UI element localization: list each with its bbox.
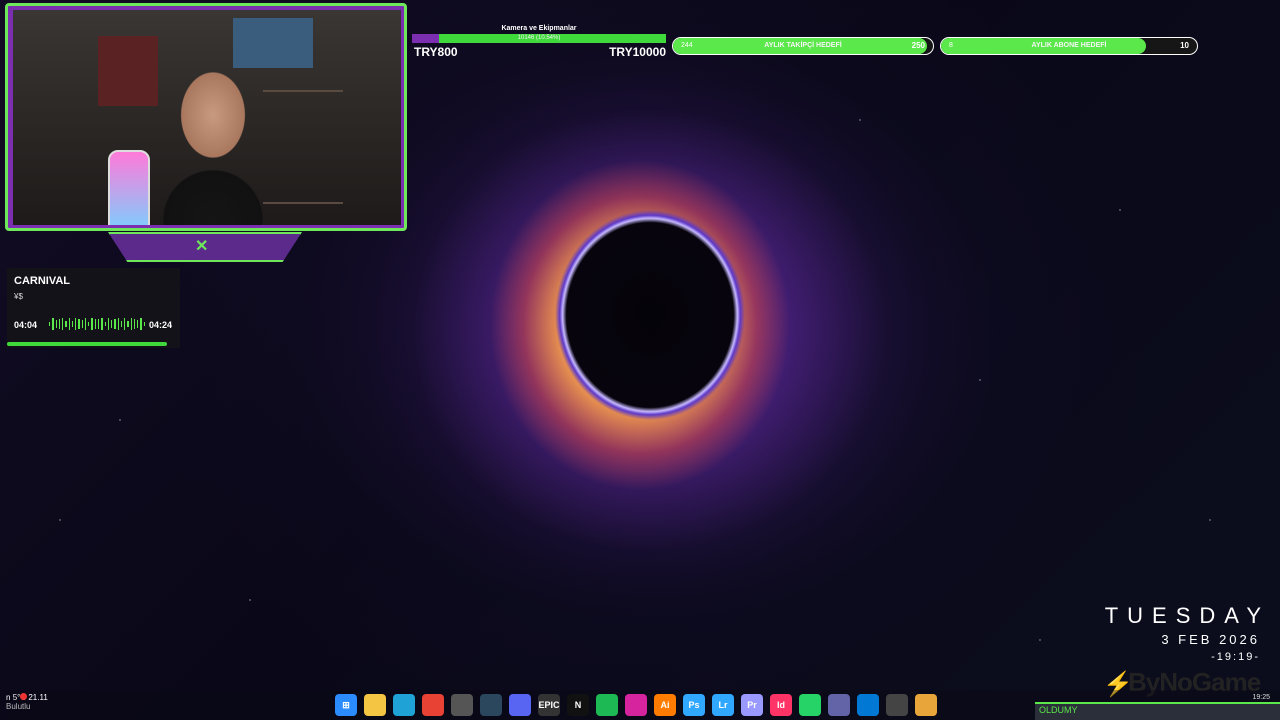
bottom-ticker-text: OLDUMY xyxy=(1039,705,1078,715)
wall-poster xyxy=(98,36,158,106)
weather-widget[interactable]: n 5°C 21.11 Bulutlu xyxy=(6,693,48,711)
file-explorer-icon[interactable] xyxy=(364,694,386,716)
streamer xyxy=(158,60,268,225)
waveform-bar xyxy=(58,318,61,330)
taskbar-left-text: n xyxy=(6,693,11,702)
waveform-bar xyxy=(143,322,145,326)
waveform-bar xyxy=(71,320,74,328)
waveform-bar xyxy=(127,321,129,327)
waveform-bar xyxy=(133,318,136,330)
clock-date: 3 FEB 2026 xyxy=(1161,632,1260,647)
illustrator-icon[interactable]: Ai xyxy=(654,694,676,716)
bottom-ticker: OLDUMY xyxy=(1035,702,1280,720)
waveform-bar xyxy=(111,320,113,328)
webcam-feed xyxy=(13,10,401,225)
waveform-bar xyxy=(55,319,57,329)
microphone xyxy=(108,150,150,225)
spotify-icon[interactable] xyxy=(596,694,618,716)
channel-logo-icon: ✕ xyxy=(195,238,209,255)
notification-dot xyxy=(20,693,27,700)
subscriber-goal-label: AYLIK ABONE HEDEFİ xyxy=(1031,42,1107,49)
clock-day: TUESDAY xyxy=(1104,603,1270,628)
waveform-bar xyxy=(140,317,142,331)
mail-icon[interactable] xyxy=(857,694,879,716)
waveform-bar xyxy=(62,318,64,330)
clock-time: -19:19- xyxy=(1211,651,1260,663)
donation-goal-min: TRY800 xyxy=(414,45,458,59)
tray-clock[interactable]: 19:25 xyxy=(1252,694,1270,701)
waveform-bar xyxy=(65,321,67,327)
waveform-bar xyxy=(52,317,54,331)
waveform-bar xyxy=(114,318,116,330)
indesign-icon[interactable]: Id xyxy=(770,694,792,716)
instagram-icon[interactable] xyxy=(625,694,647,716)
follower-goal-label: AYLIK TAKİPÇİ HEDEFİ xyxy=(764,42,842,49)
waveform-bar xyxy=(78,318,80,330)
weather-desc: Bulutlu xyxy=(6,702,31,711)
epic-games-icon[interactable]: EPIC xyxy=(538,694,560,716)
donation-goal-bar: 10146 (10.54%) xyxy=(412,34,666,43)
waveform-bar xyxy=(120,320,123,328)
waveform-bar xyxy=(68,317,70,331)
lightroom-icon[interactable]: Lr xyxy=(712,694,734,716)
premiere-icon[interactable]: Pr xyxy=(741,694,763,716)
taskbar-icons: ⊞ EPIC N Ai Ps Lr Pr Id xyxy=(335,694,937,716)
wall-shelf xyxy=(263,90,343,204)
store-icon[interactable] xyxy=(451,694,473,716)
waveform-bar xyxy=(84,317,87,331)
waveform-bar xyxy=(130,318,132,330)
track-artist: ¥$ xyxy=(14,292,23,301)
whatsapp-icon[interactable] xyxy=(799,694,821,716)
waveform-bar xyxy=(81,320,83,328)
chrome-icon[interactable] xyxy=(422,694,444,716)
waveform-bar xyxy=(94,319,96,329)
waveform-bar xyxy=(91,317,93,331)
follower-goal-target: 250 xyxy=(911,41,925,50)
waveform-bar xyxy=(137,319,139,329)
steam-icon[interactable] xyxy=(480,694,502,716)
obs-icon[interactable] xyxy=(886,694,908,716)
donation-goal-max: TRY10000 xyxy=(609,45,666,59)
photoshop-icon[interactable]: Ps xyxy=(683,694,705,716)
waveform-bar xyxy=(97,319,100,329)
now-playing-widget: CARNIVAL ¥$ 04:04 04:24 xyxy=(7,268,180,348)
subscriber-goal-target: 10 xyxy=(1180,41,1189,50)
windows-start-icon[interactable]: ⊞ xyxy=(335,694,357,716)
waveform-bar xyxy=(101,317,103,331)
taskbar-left-time: 21.11 xyxy=(28,693,48,702)
waveform-bar xyxy=(107,317,110,331)
follower-goal: 244 AYLIK TAKİPÇİ HEDEFİ 250 xyxy=(672,37,934,55)
edge-icon[interactable] xyxy=(393,694,415,716)
donation-goal: Kamera ve Ekipmanlar 10146 (10.54%) TRY8… xyxy=(412,25,666,63)
subscriber-goal: 8 AYLIK ABONE HEDEFİ 10 xyxy=(940,37,1198,55)
teams-icon[interactable] xyxy=(828,694,850,716)
waveform-bar xyxy=(75,318,77,330)
waveform-bar xyxy=(124,317,126,331)
waveform-bar xyxy=(117,318,119,330)
audio-waveform xyxy=(49,317,145,331)
donation-goal-label: Kamera ve Ekipmanlar xyxy=(501,25,577,32)
chrome-canary-icon[interactable] xyxy=(915,694,937,716)
track-elapsed: 04:04 xyxy=(14,320,38,330)
donation-goal-amount: 10146 (10.54%) xyxy=(517,35,561,41)
netflix-icon[interactable]: N xyxy=(567,694,589,716)
waveform-bar xyxy=(88,321,90,327)
track-progress-bar xyxy=(7,342,168,346)
track-title: CARNIVAL xyxy=(14,275,71,287)
waveform-bar xyxy=(49,322,51,326)
discord-icon[interactable] xyxy=(509,694,531,716)
track-duration: 04:24 xyxy=(149,320,173,330)
waveform-bar xyxy=(104,321,106,327)
